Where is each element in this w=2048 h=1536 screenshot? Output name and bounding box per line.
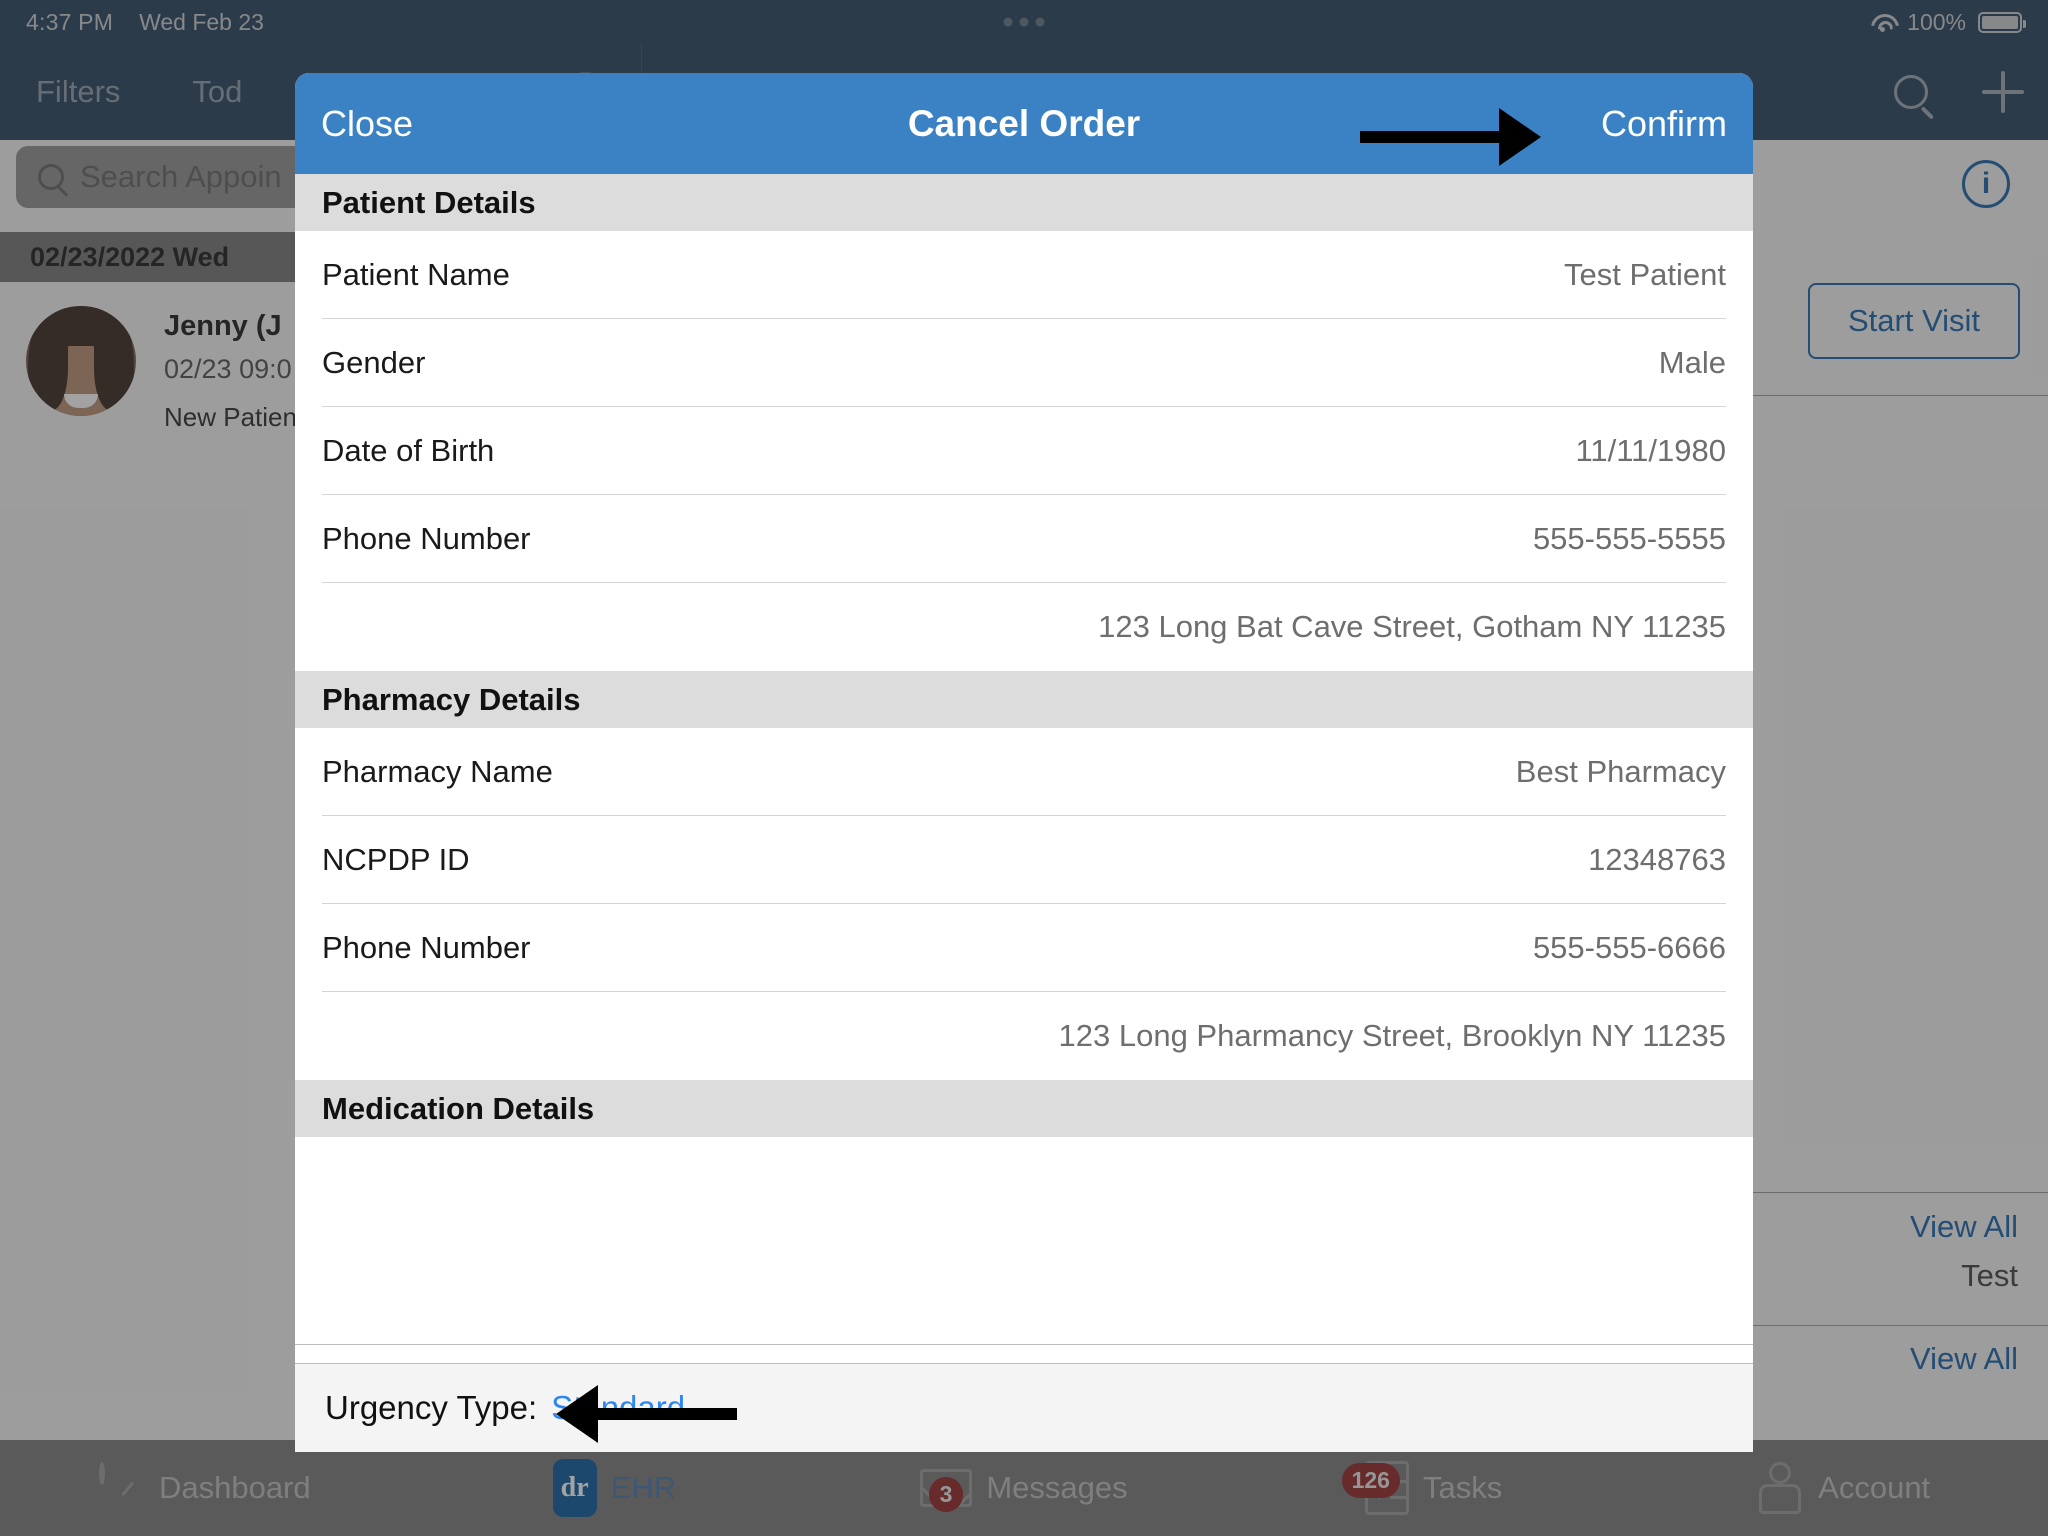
- arrow-left-annotation-icon: [556, 1385, 737, 1443]
- table-row-address: 123 Long Bat Cave Street, Gotham NY 1123…: [322, 583, 1726, 671]
- table-row: Date of Birth 11/11/1980: [322, 407, 1726, 495]
- table-row: Phone Number 555-555-6666: [322, 904, 1726, 992]
- pharmacy-address: 123 Long Pharmancy Street, Brooklyn NY 1…: [1058, 1018, 1726, 1053]
- close-button[interactable]: Close: [321, 103, 413, 145]
- urgency-type-label: Urgency Type:: [325, 1389, 538, 1426]
- row-key: Phone Number: [322, 929, 531, 965]
- cancel-order-modal: Close Cancel Order Confirm Patient Detai…: [295, 73, 1753, 1452]
- section-header-medication: Medication Details: [295, 1080, 1753, 1137]
- patient-address: 123 Long Bat Cave Street, Gotham NY 1123…: [1098, 609, 1726, 644]
- row-key: NCPDP ID: [322, 841, 470, 877]
- row-value: 555-555-5555: [1532, 520, 1726, 556]
- modal-title: Cancel Order: [907, 102, 1141, 144]
- row-value: Best Pharmacy: [1515, 753, 1726, 789]
- table-row: Pharmacy Name Best Pharmacy: [322, 728, 1726, 816]
- row-key: Patient Name: [322, 256, 510, 292]
- table-row: Phone Number 555-555-5555: [322, 495, 1726, 583]
- table-row: Gender Male: [322, 319, 1726, 407]
- screen-root: 4:37 PM Wed Feb 23 100% Filters Tod ↗ Se…: [0, 0, 2048, 1536]
- row-value: Male: [1658, 344, 1726, 380]
- row-value: 555-555-6666: [1532, 929, 1726, 965]
- row-value: 11/11/1980: [1575, 432, 1726, 468]
- row-key: Pharmacy Name: [322, 753, 553, 789]
- medication-empty-area: [295, 1137, 1753, 1345]
- row-key: Date of Birth: [322, 432, 495, 468]
- row-value: Test Patient: [1564, 256, 1726, 292]
- row-key: Phone Number: [322, 520, 531, 556]
- arrow-right-annotation-icon: [1360, 108, 1541, 166]
- table-row: Patient Name Test Patient: [322, 231, 1726, 319]
- row-key: Gender: [322, 344, 426, 380]
- table-row: NCPDP ID 12348763: [322, 816, 1726, 904]
- modal-body: Patient Details Patient Name Test Patien…: [295, 174, 1753, 1363]
- section-header-patient: Patient Details: [295, 174, 1753, 231]
- row-value: 12348763: [1588, 841, 1726, 877]
- table-row-address: 123 Long Pharmancy Street, Brooklyn NY 1…: [322, 992, 1726, 1080]
- section-header-pharmacy: Pharmacy Details: [295, 671, 1753, 728]
- confirm-button[interactable]: Confirm: [1601, 103, 1727, 145]
- modal-header: Close Cancel Order Confirm: [295, 73, 1753, 174]
- modal-footer: Urgency Type: Standard: [295, 1363, 1753, 1452]
